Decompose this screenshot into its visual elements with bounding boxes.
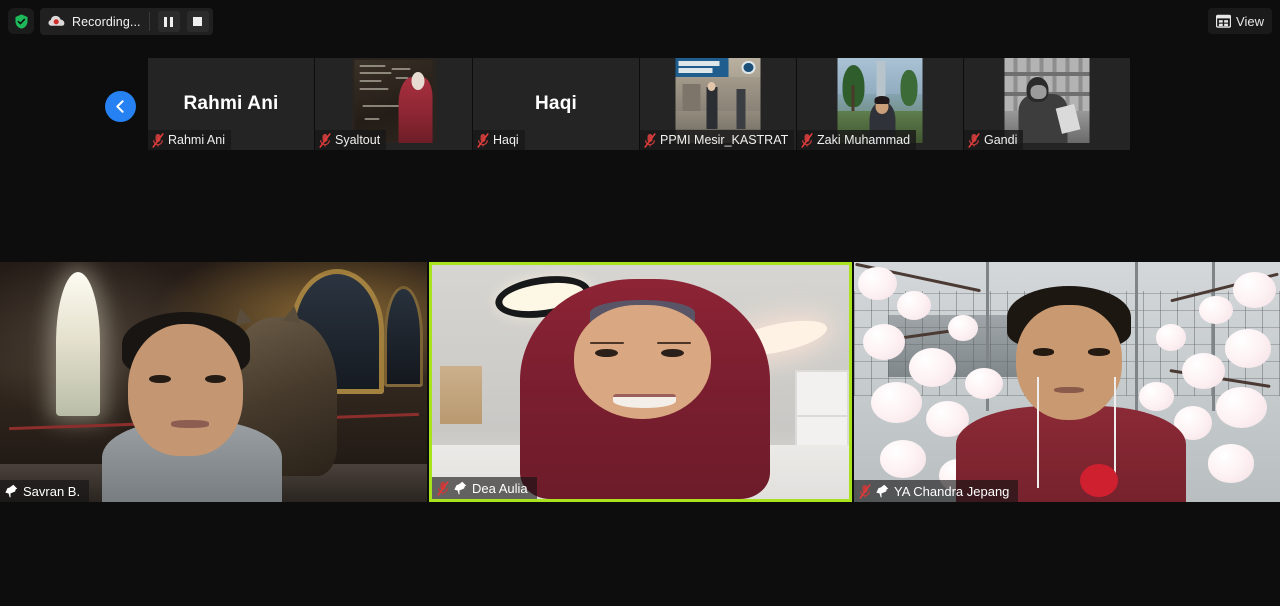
meeting-top-bar: Recording... View xyxy=(0,0,1280,42)
video-stage: Savran B. Dea Aulia YA Chandra Jepang xyxy=(0,262,1280,502)
participant-placeholder-name: Haqi xyxy=(535,93,577,114)
participant-filmstrip[interactable]: Rahmi Ani Rahmi Ani Syaltout Haqi Haqi P… xyxy=(148,58,1130,150)
participant-placeholder-name: Rahmi Ani xyxy=(183,93,279,114)
participant-video xyxy=(854,262,1280,502)
participant-name-bar: Savran B. xyxy=(0,480,90,502)
recording-label: Recording... xyxy=(72,14,141,29)
chevron-left-icon xyxy=(113,99,128,114)
participant-name-bar: Rahmi Ani xyxy=(148,130,231,150)
view-label: View xyxy=(1236,13,1264,29)
filmstrip-tile[interactable]: Syaltout xyxy=(315,58,473,150)
participant-name-bar: YA Chandra Jepang xyxy=(854,480,1019,502)
zoom-meeting-window: Recording... View Rahmi Ani Rahmi Ani Sy… xyxy=(0,0,1280,606)
stop-icon xyxy=(193,17,203,26)
participant-name-bar: Gandi xyxy=(964,130,1024,150)
mic-muted-icon xyxy=(152,132,164,148)
mic-muted-icon xyxy=(801,132,813,148)
participant-name: Savran B. xyxy=(23,483,81,499)
participant-name-bar: PPMI Mesir_KASTRAT xyxy=(640,130,795,150)
filmstrip-tile[interactable]: Gandi xyxy=(964,58,1130,150)
mic-muted-icon xyxy=(319,132,331,148)
participant-name: Rahmi Ani xyxy=(168,133,225,147)
pause-icon xyxy=(164,16,173,27)
divider xyxy=(148,12,150,31)
recording-icon xyxy=(48,13,65,30)
filmstrip-prev-button[interactable] xyxy=(105,91,136,122)
recording-indicator: Recording... xyxy=(40,8,213,35)
participant-name: Gandi xyxy=(984,133,1018,147)
mic-muted-icon xyxy=(859,483,871,499)
participant-name-bar: Zaki Muhammad xyxy=(797,130,917,150)
pin-icon xyxy=(454,481,467,495)
participant-name: Zaki Muhammad xyxy=(817,133,911,147)
participant-video xyxy=(432,265,849,499)
video-tile[interactable]: Savran B. xyxy=(0,262,427,502)
video-tile-active-speaker[interactable]: Dea Aulia xyxy=(429,262,852,502)
mic-muted-icon xyxy=(477,132,489,148)
mic-muted-icon xyxy=(644,132,656,148)
filmstrip-tile[interactable]: Rahmi Ani Rahmi Ani xyxy=(148,58,315,150)
participant-name-bar: Syaltout xyxy=(315,130,387,150)
view-button[interactable]: View xyxy=(1208,8,1272,34)
participant-name: PPMI Mesir_KASTRAT xyxy=(660,133,789,147)
stop-recording-button[interactable] xyxy=(186,11,209,32)
pin-icon xyxy=(5,484,18,498)
participant-video xyxy=(0,262,427,502)
pin-icon xyxy=(876,484,889,498)
participant-name: Dea Aulia xyxy=(472,480,528,496)
filmstrip-tile[interactable]: Haqi Haqi xyxy=(473,58,640,150)
encryption-shield-button[interactable] xyxy=(8,8,34,34)
filmstrip-tile[interactable]: Zaki Muhammad xyxy=(797,58,964,150)
layout-grid-icon xyxy=(1216,14,1232,28)
participant-name: YA Chandra Jepang xyxy=(894,483,1010,499)
participant-name-bar: Haqi xyxy=(473,130,525,150)
video-tile[interactable]: YA Chandra Jepang xyxy=(854,262,1280,502)
participant-name: Syaltout xyxy=(335,133,381,147)
shield-check-icon xyxy=(13,13,30,30)
mic-muted-icon xyxy=(437,480,449,496)
participant-name: Haqi xyxy=(493,133,519,147)
participant-name-bar: Dea Aulia xyxy=(432,477,537,499)
pause-recording-button[interactable] xyxy=(157,11,180,32)
mic-muted-icon xyxy=(968,132,980,148)
filmstrip-tile[interactable]: PPMI Mesir_KASTRAT xyxy=(640,58,797,150)
